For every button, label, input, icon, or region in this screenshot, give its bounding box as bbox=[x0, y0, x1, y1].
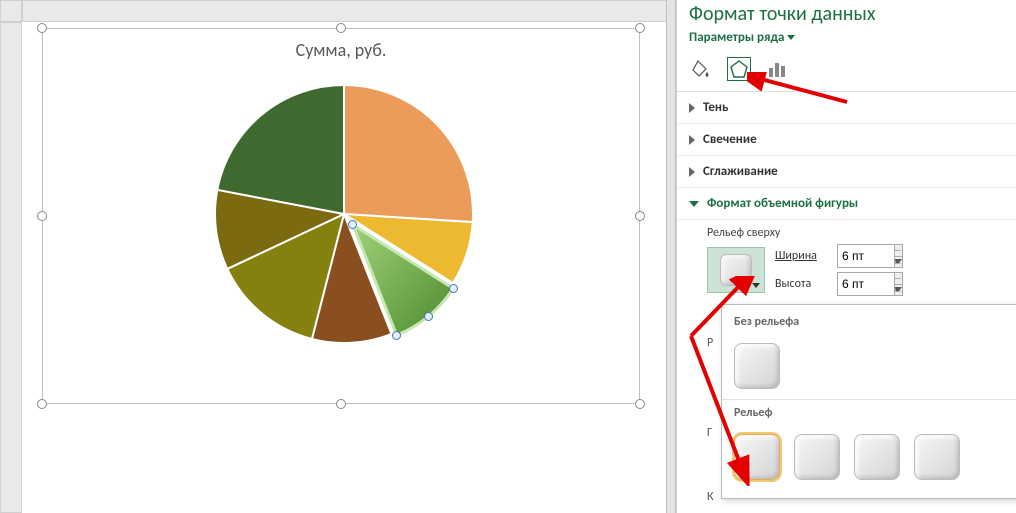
panel-divider[interactable] bbox=[666, 0, 676, 513]
ruler-left bbox=[0, 22, 22, 513]
resize-handle-n[interactable] bbox=[336, 23, 346, 33]
data-point-handle[interactable] bbox=[449, 284, 458, 293]
bevel-swatch-icon bbox=[720, 254, 752, 286]
bevel-option-4[interactable] bbox=[914, 434, 960, 480]
section-softedge-label: Сглаживание bbox=[703, 164, 778, 179]
data-point-handle[interactable] bbox=[392, 331, 401, 340]
tab-effects-icon[interactable] bbox=[727, 57, 751, 81]
ruler-top bbox=[22, 0, 668, 22]
bevel-gallery-bevel-header: Рельеф bbox=[722, 402, 1016, 426]
bevel-option-3[interactable] bbox=[854, 434, 900, 480]
resize-handle-s[interactable] bbox=[336, 399, 346, 409]
section-softedge[interactable]: Сглаживание bbox=[677, 156, 1016, 188]
bevel-width-label: Ширина bbox=[775, 249, 831, 263]
hidden-label-k: К bbox=[707, 490, 714, 504]
resize-handle-sw[interactable] bbox=[37, 399, 47, 409]
pie-chart[interactable] bbox=[215, 85, 473, 343]
bevel-gallery-none-header: Без рельефа bbox=[722, 311, 1016, 335]
spinner-down[interactable] bbox=[894, 285, 902, 296]
expand-icon bbox=[689, 167, 695, 177]
section-glow[interactable]: Свечение bbox=[677, 124, 1016, 156]
bevel-option-2[interactable] bbox=[794, 434, 840, 480]
ruler-corner bbox=[0, 0, 22, 22]
series-options-dropdown[interactable]: Параметры ряда bbox=[677, 30, 1016, 45]
section-glow-label: Свечение bbox=[703, 132, 757, 147]
section-3d-format-label: Формат объемной фигуры bbox=[707, 196, 858, 211]
hidden-label-r: Р bbox=[707, 336, 713, 350]
bevel-top-label: Рельеф сверху bbox=[707, 226, 1004, 244]
tab-series-icon[interactable] bbox=[765, 57, 789, 81]
spinner-up[interactable] bbox=[894, 273, 902, 285]
bevel-option-none[interactable] bbox=[734, 343, 780, 389]
bevel-option-1[interactable] bbox=[734, 434, 780, 480]
panel-title: Формат точки данных bbox=[677, 0, 1016, 30]
bevel-width-spinner[interactable] bbox=[837, 244, 903, 268]
resize-handle-w[interactable] bbox=[37, 211, 47, 221]
spinner-up[interactable] bbox=[894, 245, 902, 257]
format-panel: Формат точки данных Параметры ряда Тень … bbox=[676, 0, 1016, 513]
chevron-down-icon bbox=[787, 35, 795, 40]
data-point-handle[interactable] bbox=[424, 312, 433, 321]
app-root: Сумма, руб. Формат точки данных Параметр… bbox=[0, 0, 1016, 513]
gallery-separator bbox=[722, 399, 1016, 400]
panel-tabs bbox=[677, 45, 1016, 92]
spinner-down[interactable] bbox=[894, 257, 902, 268]
expand-icon bbox=[689, 103, 695, 113]
bevel-top-picker[interactable] bbox=[707, 247, 765, 293]
worksheet-area[interactable]: Сумма, руб. bbox=[22, 22, 668, 513]
pie-slice[interactable] bbox=[344, 85, 473, 222]
bevel-width-input[interactable] bbox=[838, 245, 894, 267]
tab-fill-icon[interactable] bbox=[689, 57, 713, 81]
bevel-height-input[interactable] bbox=[838, 273, 894, 295]
series-options-label: Параметры ряда bbox=[689, 30, 784, 45]
hidden-label-g: Г bbox=[707, 426, 712, 440]
bevel-gallery-popup: Без рельефа Рельеф bbox=[721, 304, 1016, 499]
resize-handle-nw[interactable] bbox=[37, 23, 47, 33]
expand-icon bbox=[689, 135, 695, 145]
resize-handle-e[interactable] bbox=[635, 211, 645, 221]
chart-object[interactable]: Сумма, руб. bbox=[42, 28, 640, 404]
section-shadow[interactable]: Тень bbox=[677, 92, 1016, 124]
bevel-height-spinner[interactable] bbox=[837, 272, 903, 296]
resize-handle-se[interactable] bbox=[635, 399, 645, 409]
section-3d-format[interactable]: Формат объемной фигуры bbox=[677, 188, 1016, 220]
resize-handle-ne[interactable] bbox=[635, 23, 645, 33]
chevron-down-icon bbox=[752, 283, 760, 288]
section-shadow-label: Тень bbox=[703, 100, 728, 115]
chart-title[interactable]: Сумма, руб. bbox=[43, 39, 639, 61]
bevel-body: Рельеф сверху Ширина bbox=[677, 220, 1016, 308]
collapse-icon bbox=[689, 201, 699, 207]
bevel-height-label: Высота bbox=[775, 277, 831, 291]
